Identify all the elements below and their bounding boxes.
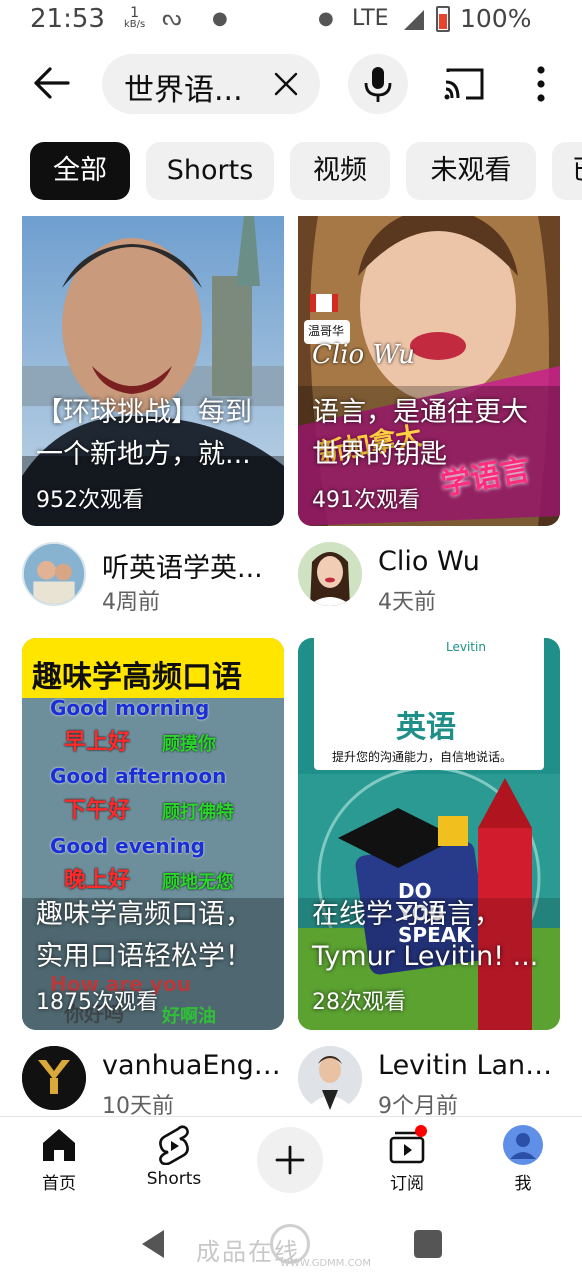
home-icon: [43, 1129, 75, 1161]
thumbnail-phrase-zh: 下午好: [64, 798, 131, 823]
thumbnail-flag-label: 温哥华: [308, 324, 345, 338]
video-views: 952次观看: [36, 488, 144, 513]
nav-you-label: 我: [514, 1174, 532, 1194]
video-title: 【环球挑战】每到一个新地方，就...: [36, 397, 252, 470]
chip-watched[interactable]: 已: [552, 142, 582, 200]
thumbnail-phrase-zh: 早上好: [64, 730, 131, 755]
cast-icon[interactable]: [440, 62, 488, 106]
nav-home[interactable]: 首页: [14, 1125, 104, 1194]
nav-home-label: 首页: [42, 1174, 76, 1194]
filter-chips: 全部 Shorts 视频 未观看 已: [0, 142, 582, 202]
search-header: 世界语...: [0, 48, 582, 120]
clear-icon[interactable]: [270, 68, 302, 100]
more-options-icon[interactable]: [516, 658, 546, 698]
thumbnail-heading: 英语: [396, 710, 456, 745]
channel-name: Clio Wu: [378, 546, 480, 577]
thumbnail-subtitle: 提升您的沟通能力，自信地说话。: [332, 750, 513, 764]
account-avatar-icon: [503, 1125, 543, 1165]
chip-all[interactable]: 全部: [30, 142, 130, 200]
thumbnail-image: [22, 216, 284, 526]
video-card[interactable]: 趣味学高频口语 Good morning 早上好 顾摸你 Good aftern…: [22, 638, 284, 1119]
search-input[interactable]: 世界语...: [102, 54, 320, 114]
system-recents-button[interactable]: [414, 1230, 442, 1258]
channel-name: 听英语学英...: [102, 553, 263, 584]
plus-icon: [275, 1145, 305, 1175]
sync-icon: ᔓ: [162, 6, 182, 31]
video-age: 4天前: [378, 590, 436, 615]
shorts-icon: [159, 1125, 189, 1165]
thumbnail-phrase-zh: 晚上好: [64, 868, 131, 893]
watermark-url: WWW.GDMM.COM: [280, 1258, 372, 1269]
video-views: 491次观看: [312, 488, 420, 513]
system-navigation: 成品在线 WWW.GDMM.COM: [0, 1206, 582, 1280]
thumbnail-phrase-en: Good morning: [50, 696, 210, 720]
system-back-icon[interactable]: [138, 1228, 166, 1260]
video-thumbnail[interactable]: 【环球挑战】每到一个新地方，就... 952次观看: [22, 216, 284, 526]
chip-videos[interactable]: 视频: [290, 142, 390, 200]
avatar-image: [298, 542, 362, 606]
microphone-icon: [364, 67, 392, 102]
nav-shorts-label: Shorts: [146, 1169, 202, 1189]
avatar-image: [24, 544, 84, 604]
voice-search-button[interactable]: [348, 54, 408, 114]
thumbnail-phrase-pinyin: 顾打佛特: [162, 802, 234, 823]
video-views: 1875次观看: [36, 990, 158, 1015]
thumbnail-banner: Levitin 英语 提升您的沟通能力，自信地说话。: [314, 638, 544, 770]
video-card[interactable]: Levitin 英语 提升您的沟通能力，自信地说话。 DO YOU SPEAK …: [298, 638, 560, 1119]
video-thumbnail[interactable]: 趣味学高频口语 Good morning 早上好 顾摸你 Good aftern…: [22, 638, 284, 1030]
notification-dot-icon: ●: [212, 8, 228, 29]
channel-avatar[interactable]: [298, 542, 362, 606]
back-arrow-icon[interactable]: [26, 58, 76, 108]
thumbnail-phrase-pinyin: 好啊油: [162, 1006, 216, 1027]
video-title: 在线学习语言，Tymur Levitin! ...: [312, 899, 539, 972]
thumbnail-phrase-en: Good afternoon: [50, 764, 227, 788]
nav-subscriptions-label: 订阅: [390, 1174, 424, 1194]
channel-name: vanhuaEngli...: [102, 1050, 282, 1081]
channel-avatar[interactable]: [22, 542, 86, 606]
nav-you[interactable]: 我: [478, 1125, 568, 1194]
more-options-icon[interactable]: [526, 62, 556, 106]
battery-percent: 100%: [460, 4, 532, 33]
video-card[interactable]: 温哥华 Clio Wu 新加拿大 学语言 语言，是通往更大世界的钥匙 491次观…: [298, 216, 560, 616]
thumbnail-brand: Levitin: [446, 640, 486, 654]
thumbnail-header: 趣味学高频口语: [32, 660, 242, 695]
signal-icon: [404, 10, 424, 30]
video-title: 趣味学高频口语，实用口语轻松学！: [36, 899, 252, 972]
channel-avatar[interactable]: [22, 1046, 86, 1110]
avatar-image: [298, 1046, 362, 1110]
video-card[interactable]: 【环球挑战】每到一个新地方，就... 952次观看 听英语学英... 4周前: [22, 216, 284, 616]
subscriptions-icon: [389, 1125, 427, 1164]
y-logo-icon: [22, 1046, 86, 1110]
video-age: 4周前: [102, 590, 160, 615]
video-thumbnail[interactable]: Levitin 英语 提升您的沟通能力，自信地说话。 DO YOU SPEAK …: [298, 638, 560, 1030]
video-thumbnail[interactable]: 温哥华 Clio Wu 新加拿大 学语言 语言，是通往更大世界的钥匙 491次观…: [298, 216, 560, 526]
chip-unwatched[interactable]: 未观看: [406, 142, 536, 200]
channel-name: Levitin Lang...: [378, 1050, 558, 1081]
network-speed: 1 kB/s: [124, 5, 146, 30]
thumbnail-phrase-pinyin: 顾摸你: [162, 734, 216, 755]
notification-dot-icon: ●: [318, 8, 334, 29]
status-time: 21:53: [30, 4, 105, 34]
network-speed-value: 1: [130, 5, 140, 21]
create-button[interactable]: [257, 1127, 323, 1193]
video-views: 28次观看: [312, 990, 406, 1015]
channel-avatar[interactable]: [298, 1046, 362, 1110]
video-title: 语言，是通往更大世界的钥匙: [312, 397, 528, 470]
network-speed-unit: kB/s: [124, 19, 146, 30]
status-bar: 21:53 1 kB/s ᔓ ● ● LTE 100%: [0, 0, 582, 40]
thumbnail-phrase-en: Good evening: [50, 834, 205, 858]
nav-shorts[interactable]: Shorts: [129, 1125, 219, 1189]
battery-icon: [436, 6, 450, 32]
network-type: LTE: [352, 6, 389, 31]
search-query: 世界语...: [124, 73, 243, 108]
bottom-navigation: 首页 Shorts 订阅 我: [0, 1116, 582, 1206]
thumbnail-overlay-text: Clio Wu: [312, 340, 415, 370]
nav-subscriptions[interactable]: 订阅: [362, 1125, 452, 1194]
chip-shorts[interactable]: Shorts: [146, 142, 274, 200]
thumbnail-phrase-pinyin: 顾地无您: [162, 872, 234, 893]
